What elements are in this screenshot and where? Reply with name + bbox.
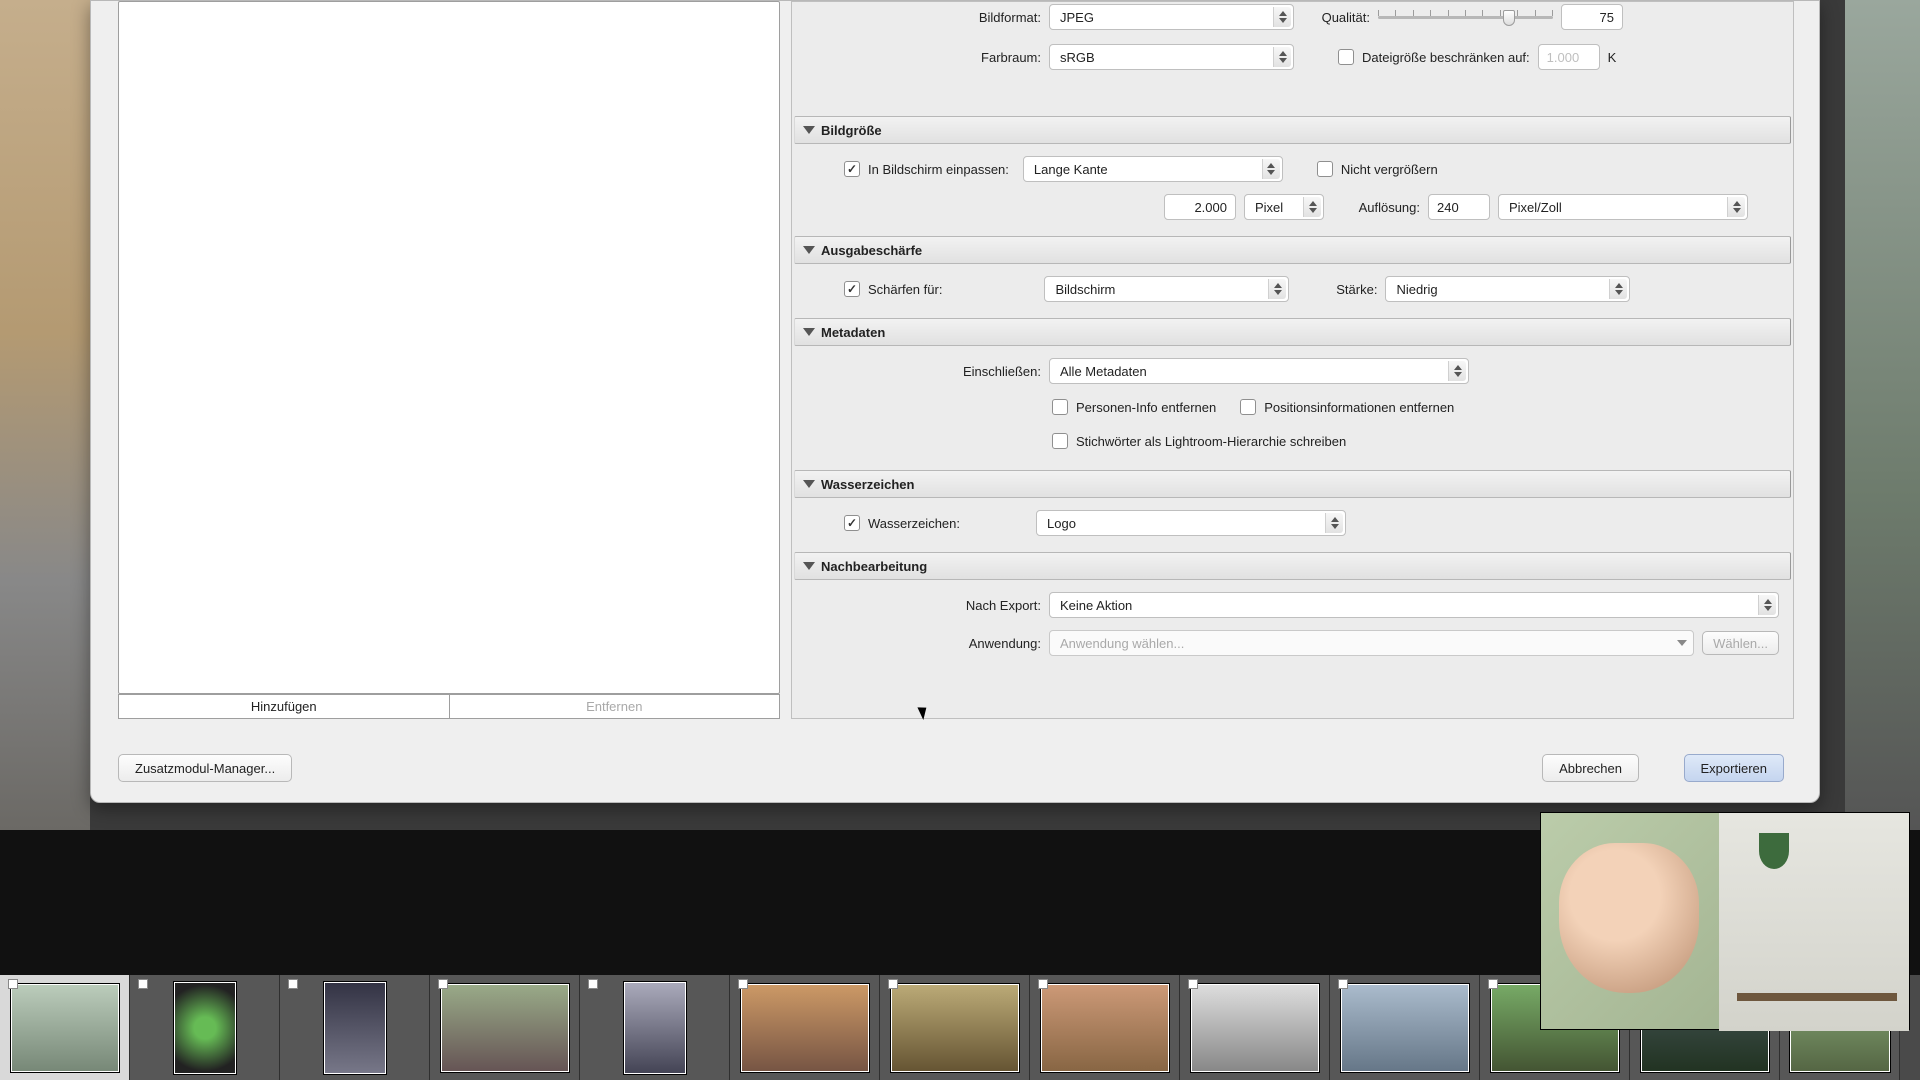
application-combo: Anwendung wählen... [1049,630,1694,656]
keyword-hierarchy-checkbox[interactable] [1052,433,1068,449]
quality-slider[interactable] [1378,7,1553,27]
dimension-field[interactable]: 2.000 [1164,194,1236,220]
noenlarge-label: Nicht vergrößern [1341,162,1438,177]
section-header-size[interactable]: Bildgröße [794,116,1791,144]
cancel-button[interactable]: Abbrechen [1542,754,1639,782]
webcam-overlay [1540,812,1910,1030]
export-button[interactable]: Exportieren [1684,754,1784,782]
remove-person-checkbox[interactable] [1052,399,1068,415]
limit-size-label: Dateigröße beschränken auf: [1362,50,1530,65]
add-preset-button[interactable]: Hinzufügen [118,694,450,719]
thumbnail[interactable] [1180,975,1330,1080]
section-header-metadata[interactable]: Metadaten [794,318,1791,346]
dimension-unit-select[interactable]: Pixel [1244,194,1324,220]
export-dialog: Hinzufügen Entfernen Bildformat: JPEG Qu… [90,0,1820,803]
choose-application-button: Wählen... [1702,631,1779,655]
preset-panel: Hinzufügen Entfernen [118,1,780,719]
sharpen-for-label: Schärfen für: [868,282,942,297]
preset-list[interactable] [118,1,780,694]
format-select[interactable]: JPEG [1049,4,1294,30]
disclosure-icon [803,480,815,488]
disclosure-icon [803,328,815,336]
colorspace-select[interactable]: sRGB [1049,44,1294,70]
keyword-hierarchy-label: Stichwörter als Lightroom-Hierarchie sch… [1076,434,1346,449]
thumbnail[interactable] [430,975,580,1080]
thumbnail[interactable] [580,975,730,1080]
disclosure-icon [803,126,815,134]
fit-label: In Bildschirm einpassen: [868,162,1009,177]
metadata-include-label: Einschließen: [806,364,1041,379]
remove-location-label: Positionsinformationen entfernen [1264,400,1454,415]
colorspace-label: Farbraum: [806,50,1041,65]
fit-checkbox[interactable] [844,161,860,177]
thumbnail[interactable] [1330,975,1480,1080]
resolution-unit-select[interactable]: Pixel/Zoll [1498,194,1748,220]
metadata-include-select[interactable]: Alle Metadaten [1049,358,1469,384]
quality-field[interactable]: 75 [1561,4,1623,30]
remove-location-checkbox[interactable] [1240,399,1256,415]
plugin-manager-button[interactable]: Zusatzmodul-Manager... [118,754,292,782]
sharpen-amount-select[interactable]: Niedrig [1385,276,1630,302]
after-export-select[interactable]: Keine Aktion [1049,592,1779,618]
after-export-label: Nach Export: [806,598,1041,613]
resolution-field[interactable]: 240 [1428,194,1490,220]
quality-label: Qualität: [1320,10,1370,25]
thumbnail[interactable] [730,975,880,1080]
thumbnail[interactable] [280,975,430,1080]
watermark-select[interactable]: Logo [1036,510,1346,536]
section-header-watermark[interactable]: Wasserzeichen [794,470,1791,498]
noenlarge-checkbox[interactable] [1317,161,1333,177]
sharpen-amount-label: Stärke: [1317,282,1377,297]
disclosure-icon [803,246,815,254]
remove-preset-button: Entfernen [450,694,781,719]
limit-size-checkbox[interactable] [1338,49,1354,65]
format-label: Bildformat: [806,10,1041,25]
watermark-label: Wasserzeichen: [868,516,960,531]
thumbnail[interactable] [1030,975,1180,1080]
section-header-post[interactable]: Nachbearbeitung [794,552,1791,580]
disclosure-icon [803,562,815,570]
resolution-label: Auflösung: [1332,200,1420,215]
sharpen-for-select[interactable]: Bildschirm [1044,276,1289,302]
section-header-sharpen[interactable]: Ausgabeschärfe [794,236,1791,264]
limit-size-field: 1.000 [1538,44,1600,70]
thumbnail[interactable] [880,975,1030,1080]
thumbnail[interactable] [130,975,280,1080]
application-label: Anwendung: [806,636,1041,651]
settings-panel: Bildformat: JPEG Qualität: 75 Farbraum: … [791,1,1794,719]
fit-select[interactable]: Lange Kante [1023,156,1283,182]
remove-person-label: Personen-Info entfernen [1076,400,1216,415]
limit-size-unit: K [1608,50,1617,65]
watermark-checkbox[interactable] [844,515,860,531]
sharpen-checkbox[interactable] [844,281,860,297]
thumbnail[interactable] [0,975,130,1080]
